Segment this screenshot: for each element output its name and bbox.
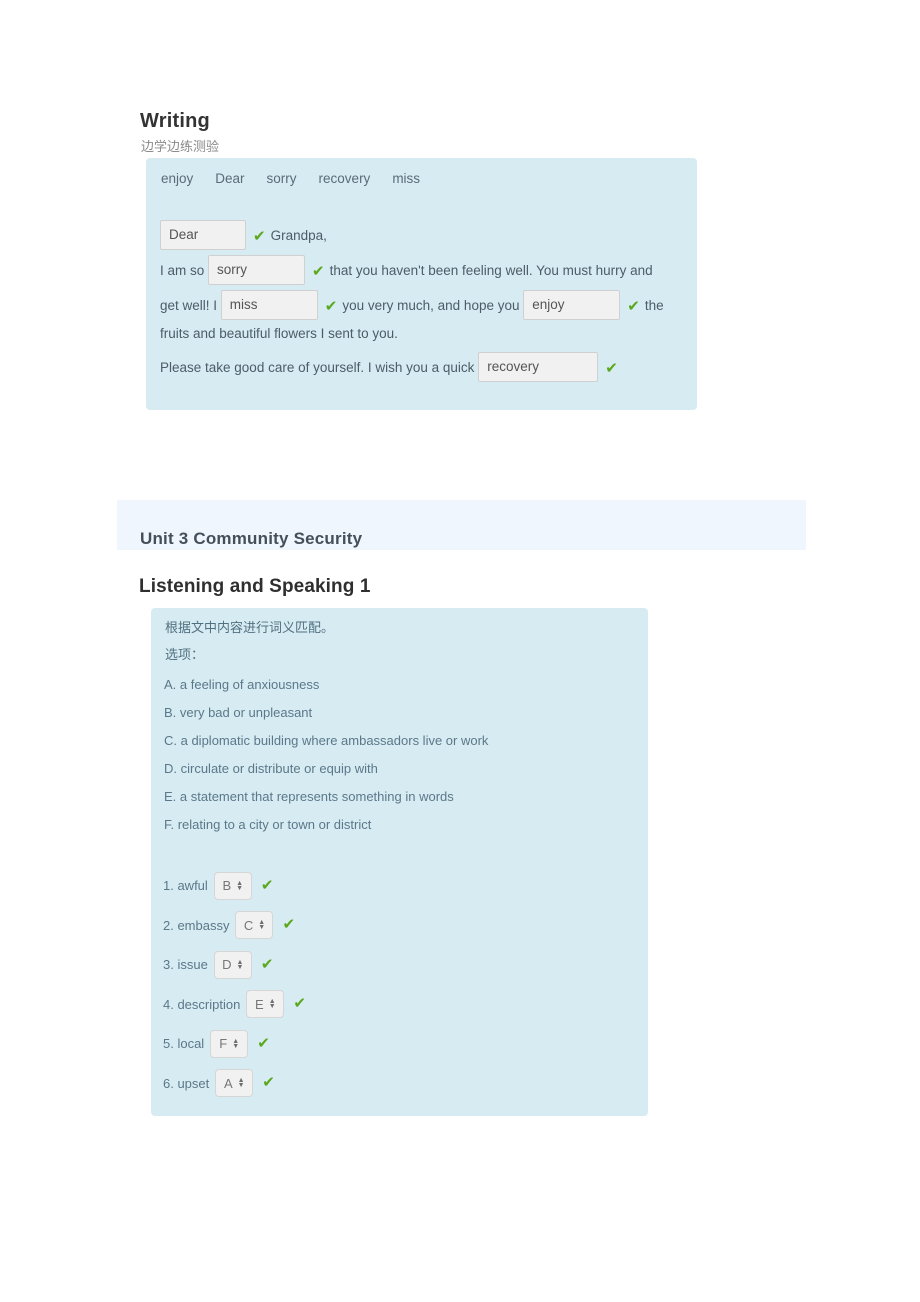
match-label-2: 2. embassy xyxy=(163,917,230,933)
check-icon-match-2: ✔ xyxy=(282,916,296,934)
letter-body: Dear ✔ Grandpa, I am so sorry ✔ that you hav… xyxy=(160,220,685,387)
spinner-arrows-icon: ▲ ▼ xyxy=(237,1077,245,1090)
word-bank: enjoy Dear sorry recovery miss xyxy=(161,171,420,186)
options-list: A. a feeling of anxiousness B. very bad … xyxy=(164,671,488,839)
letter-line-1: I am so sorry ✔ that you haven't been feel… xyxy=(160,255,685,285)
match-select-1[interactable]: B ▲ ▼ xyxy=(213,871,252,900)
option-e: E. a statement that represents something… xyxy=(164,789,454,804)
match-select-3[interactable]: D ▲ ▼ xyxy=(213,950,252,979)
match-select-value-1: B xyxy=(222,878,232,894)
blank-input-recovery[interactable]: recovery xyxy=(478,352,599,382)
word-bank-item-2: sorry xyxy=(266,171,297,186)
option-f: F. relating to a city or town or distric… xyxy=(164,817,372,832)
option-b: B. very bad or unpleasant xyxy=(164,705,313,720)
blank-input-sorry[interactable]: sorry xyxy=(208,255,306,285)
letter-text-grandpa: Grandpa, xyxy=(270,227,327,243)
spinner-arrows-icon: ▲ ▼ xyxy=(236,879,244,892)
letter-line-2: get well! I miss ✔ you very much, and hope… xyxy=(160,290,685,320)
match-select-value-2: C xyxy=(243,917,254,933)
match-label-1: 1. awful xyxy=(163,878,208,894)
exercise-instruction: 根据文中内容进行词义匹配。 xyxy=(165,621,335,636)
option-a: A. a feeling of anxiousness xyxy=(164,677,320,692)
option-d: D. circulate or distribute or equip with xyxy=(164,761,378,776)
check-icon-enjoy: ✔ xyxy=(627,297,640,315)
writing-subtitle: 边学边练测验 xyxy=(141,140,220,155)
match-row: 2. embassy C ▲ ▼ ✔ xyxy=(163,906,306,946)
check-icon-sorry: ✔ xyxy=(312,262,325,280)
check-icon-match-6: ✔ xyxy=(262,1074,275,1092)
page-title: Writing xyxy=(140,110,210,132)
section-title-listening: Listening and Speaking 1 xyxy=(139,576,371,597)
match-row: 4. description E ▲ ▼ ✔ xyxy=(163,985,306,1025)
option-c: C. a diplomatic building where ambassado… xyxy=(164,733,489,748)
letter-line-3: fruits and beautiful flowers I sent to y… xyxy=(160,326,398,341)
match-label-3: 3. issue xyxy=(163,957,208,973)
writing-exercise-panel: enjoy Dear sorry recovery miss Dear ✔ Grandpa,… xyxy=(146,158,697,410)
match-select-4[interactable]: E ▲ ▼ xyxy=(246,990,285,1019)
match-label-5: 5. local xyxy=(163,1036,205,1052)
letter-text-iamso: I am so xyxy=(160,262,205,278)
unit-banner-label: Unit 3 Community Security xyxy=(140,529,363,548)
word-bank-item-0: enjoy xyxy=(161,171,194,186)
match-row: 1. awful B ▲ ▼ ✔ xyxy=(163,866,306,906)
match-row: 5. local F ▲ ▼ ✔ xyxy=(163,1024,306,1064)
letter-line-greeting: Dear ✔ Grandpa, xyxy=(160,220,685,250)
check-icon-match-1: ✔ xyxy=(260,876,274,894)
listening-exercise-panel: 根据文中内容进行词义匹配。 选项： A. a feeling of anxiou… xyxy=(151,608,648,1116)
blank-input-enjoy[interactable]: enjoy xyxy=(523,290,621,320)
word-bank-item-1: Dear xyxy=(215,171,245,186)
match-select-value-3: D xyxy=(222,957,232,973)
word-bank-item-3: recovery xyxy=(318,171,371,186)
blank-input-dear[interactable]: Dear xyxy=(160,220,246,250)
spinner-arrows-icon: ▲ ▼ xyxy=(232,1037,240,1050)
spinner-arrows-icon: ▲ ▼ xyxy=(236,958,244,971)
options-label: 选项： xyxy=(165,648,205,663)
blank-input-miss[interactable]: miss xyxy=(220,290,318,320)
spinner-arrows-icon: ▲ ▼ xyxy=(258,919,266,932)
match-select-value-4: E xyxy=(255,996,264,1012)
match-select-6[interactable]: A ▲ ▼ xyxy=(215,1069,254,1098)
check-icon-dear: ✔ xyxy=(253,227,266,245)
spinner-arrows-icon: ▲ ▼ xyxy=(268,998,276,1011)
check-icon-recovery: ✔ xyxy=(605,359,618,377)
letter-text-line1-post: that you haven't been feeling well. You … xyxy=(329,262,653,278)
letter-text-line2-mid: you very much, and hope you xyxy=(342,297,520,313)
match-row: 3. issue D ▲ ▼ ✔ xyxy=(163,945,306,985)
match-select-value-6: A xyxy=(223,1075,233,1091)
check-icon-match-5: ✔ xyxy=(257,1034,270,1052)
word-bank-item-4: miss xyxy=(392,171,421,186)
match-label-6: 6. upset xyxy=(163,1075,210,1091)
match-row: 6. upset A ▲ ▼ ✔ xyxy=(163,1064,306,1104)
check-icon-match-4: ✔ xyxy=(293,995,306,1013)
letter-text-pleasetake: Please take good care of yourself. I wis… xyxy=(160,359,475,375)
check-icon-match-3: ✔ xyxy=(260,955,274,973)
match-select-2[interactable]: C ▲ ▼ xyxy=(235,911,274,940)
letter-text-getwell: get well! I xyxy=(160,297,218,313)
letter-line-4: Please take good care of yourself. I wis… xyxy=(160,352,685,382)
check-icon-miss: ✔ xyxy=(324,297,338,315)
match-select-5[interactable]: F ▲ ▼ xyxy=(210,1029,249,1058)
match-label-4: 4. description xyxy=(163,996,241,1012)
match-list: 1. awful B ▲ ▼ ✔ 2. embassy C ▲ ▼ ✔ 3. iss… xyxy=(163,866,306,1103)
letter-text-line2-end: the xyxy=(644,297,664,313)
match-select-value-5: F xyxy=(219,1036,228,1052)
